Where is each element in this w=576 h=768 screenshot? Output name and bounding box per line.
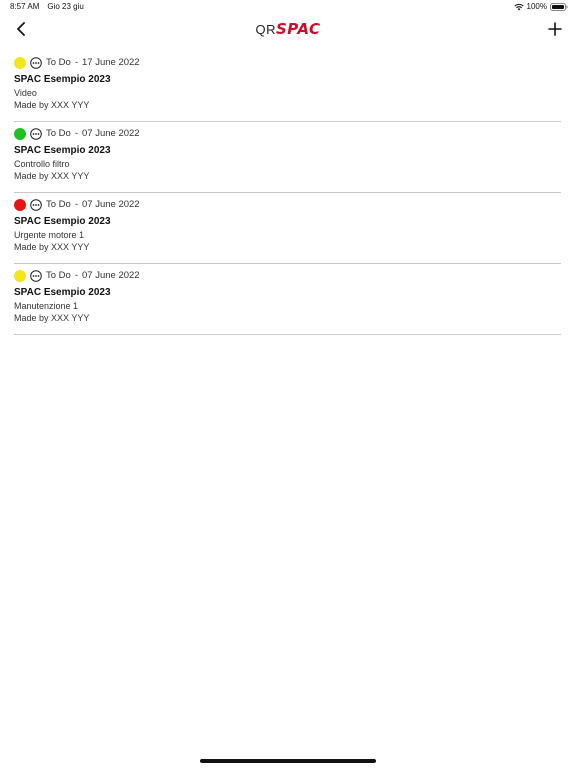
add-button[interactable] bbox=[544, 18, 566, 40]
task-meta: To Do - 07 June 2022 bbox=[14, 269, 140, 282]
nav-bar: QRSPAC bbox=[0, 14, 576, 44]
status-dot bbox=[14, 56, 26, 69]
task-list-item[interactable]: To Do - 07 June 2022 SPAC Esempio 2023 U… bbox=[14, 194, 561, 264]
more-options-icon[interactable] bbox=[30, 56, 42, 69]
task-subtitle: Video bbox=[14, 88, 37, 98]
more-options-icon[interactable] bbox=[30, 269, 42, 282]
battery-percentage: 100% bbox=[526, 2, 547, 11]
plus-icon bbox=[548, 22, 562, 36]
status-dot bbox=[14, 127, 26, 140]
task-list-item[interactable]: To Do - 07 June 2022 SPAC Esempio 2023 C… bbox=[14, 123, 561, 193]
task-status: To Do bbox=[46, 57, 71, 68]
task-meta: To Do - 17 June 2022 bbox=[14, 56, 140, 69]
task-title: SPAC Esempio 2023 bbox=[14, 145, 111, 156]
logo-brand: SPAC bbox=[275, 20, 321, 38]
status-dot bbox=[14, 269, 26, 282]
status-right: 100% bbox=[513, 0, 568, 14]
status-dot bbox=[14, 198, 26, 211]
status-time: 8:57 AM bbox=[10, 2, 40, 11]
task-title: SPAC Esempio 2023 bbox=[14, 74, 111, 85]
task-separator: - bbox=[74, 57, 78, 68]
task-list: To Do - 17 June 2022 SPAC Esempio 2023 V… bbox=[14, 52, 561, 336]
task-subtitle: Urgente motore 1 bbox=[14, 230, 85, 240]
battery-icon bbox=[550, 3, 568, 11]
task-author: Made by XXX YYY bbox=[14, 100, 90, 110]
task-subtitle: Manutenzione 1 bbox=[14, 301, 79, 311]
task-meta: To Do - 07 June 2022 bbox=[14, 198, 140, 211]
task-list-item[interactable]: To Do - 17 June 2022 SPAC Esempio 2023 V… bbox=[14, 52, 561, 122]
task-subtitle: Controllo filtro bbox=[14, 159, 70, 169]
task-title: SPAC Esempio 2023 bbox=[14, 287, 111, 298]
task-meta: To Do - 07 June 2022 bbox=[14, 127, 140, 140]
task-date: 07 June 2022 bbox=[82, 199, 140, 210]
task-status: To Do bbox=[46, 270, 71, 281]
task-author: Made by XXX YYY bbox=[14, 242, 90, 252]
task-separator: - bbox=[74, 199, 78, 210]
status-left: 8:57 AM Gio 23 giu bbox=[10, 0, 84, 14]
task-date: 17 June 2022 bbox=[82, 57, 140, 68]
task-separator: - bbox=[74, 128, 78, 139]
app-logo: QRSPAC bbox=[0, 20, 576, 39]
logo-prefix: QR bbox=[255, 22, 276, 37]
task-status: To Do bbox=[46, 128, 71, 139]
task-author: Made by XXX YYY bbox=[14, 171, 90, 181]
home-indicator bbox=[200, 759, 376, 763]
wifi-icon bbox=[513, 3, 524, 11]
status-bar: 8:57 AM Gio 23 giu 100% bbox=[0, 0, 576, 14]
more-options-icon[interactable] bbox=[30, 127, 42, 140]
task-date: 07 June 2022 bbox=[82, 128, 140, 139]
task-list-item[interactable]: To Do - 07 June 2022 SPAC Esempio 2023 M… bbox=[14, 265, 561, 335]
status-date: Gio 23 giu bbox=[47, 2, 84, 11]
task-separator: - bbox=[74, 270, 78, 281]
task-title: SPAC Esempio 2023 bbox=[14, 216, 111, 227]
task-status: To Do bbox=[46, 199, 71, 210]
task-date: 07 June 2022 bbox=[82, 270, 140, 281]
more-options-icon[interactable] bbox=[30, 198, 42, 211]
task-author: Made by XXX YYY bbox=[14, 313, 90, 323]
